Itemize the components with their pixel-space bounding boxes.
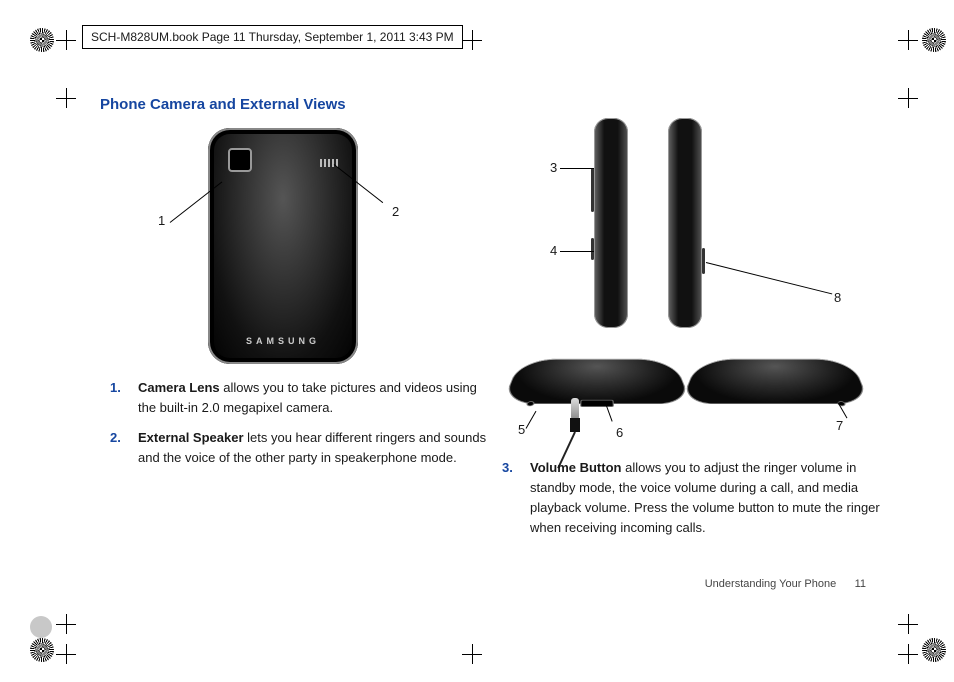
crop-mark [898,614,918,634]
list-item: 2. External Speaker lets you hear differ… [110,428,490,468]
left-column: 1. Camera Lens allows you to take pictur… [110,378,490,479]
crop-mark [462,644,482,664]
crop-mark [462,30,482,50]
leader-line [560,168,594,169]
audio-plug-icon [570,398,580,446]
page-header: SCH-M828UM.book Page 11 Thursday, Septem… [82,25,463,49]
phone-bottom-edge [502,359,692,404]
crop-mark [898,30,918,50]
registration-sunburst [30,638,54,662]
crop-mark [56,30,76,50]
registration-sunburst [922,28,946,52]
crop-mark [56,614,76,634]
list-item: 1. Camera Lens allows you to take pictur… [110,378,490,418]
leader-line [560,251,594,252]
callout-7: 7 [836,418,843,433]
callout-6: 6 [616,425,623,440]
crop-mark [56,88,76,108]
registration-dot [30,616,52,638]
registration-sunburst [922,638,946,662]
volume-button-icon [591,168,594,212]
callout-5: 5 [518,422,525,437]
leader-line [526,411,537,429]
crop-mark [898,644,918,664]
item-number: 1. [110,378,121,398]
side-button-icon [702,248,705,274]
footer-text: Understanding Your Phone [705,578,837,590]
item-term: Volume Button [530,460,621,475]
phone-top-edge [680,359,870,404]
callout-4: 4 [550,243,557,258]
section-title: Phone Camera and External Views [100,96,346,113]
item-term: Camera Lens [138,380,220,395]
crop-mark [898,88,918,108]
footer-section: Understanding Your Phone 11 [705,578,866,590]
phone-left-side [594,118,628,328]
phone-back-illustration: SAMSUNG [208,128,358,364]
footer-page: 11 [855,578,866,590]
callout-8: 8 [834,290,841,305]
jack-icon [526,401,535,406]
leader-line [706,262,832,294]
callout-1: 1 [158,213,165,228]
right-column: 3. Volume Button allows you to adjust th… [502,458,882,549]
callout-3: 3 [550,160,557,175]
item-number: 2. [110,428,121,448]
brand-label: SAMSUNG [208,336,358,346]
callout-2: 2 [392,204,399,219]
item-number: 3. [502,458,513,478]
list-item: 3. Volume Button allows you to adjust th… [502,458,882,539]
speaker-grill-icon [320,154,340,164]
registration-sunburst [30,28,54,52]
crop-mark [56,644,76,664]
side-button-icon [591,238,594,260]
item-term: External Speaker [138,430,244,445]
camera-lens-icon [228,148,252,172]
phone-right-side [668,118,702,328]
usb-port-icon [580,400,614,407]
